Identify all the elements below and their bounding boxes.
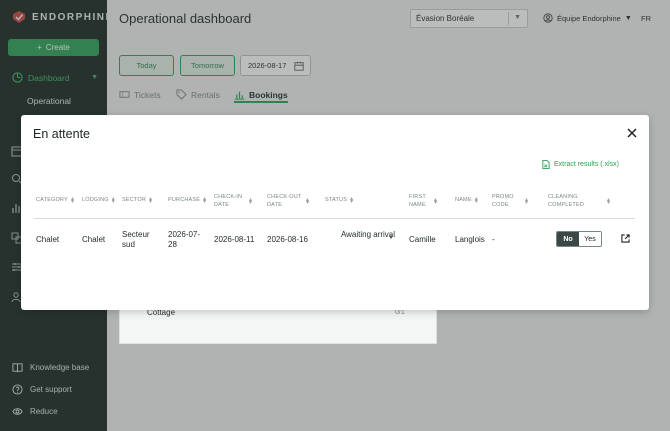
column-label: Lodging bbox=[82, 197, 109, 203]
column-label: Sector bbox=[122, 197, 147, 203]
column-label: Check-in date bbox=[214, 194, 243, 208]
extract-results-link[interactable]: Extract results (.xlsx) bbox=[542, 160, 619, 169]
column-label: Name bbox=[455, 197, 472, 203]
spreadsheet-file-icon bbox=[542, 160, 550, 169]
column-header-name[interactable]: Name ▴ ▾ bbox=[455, 195, 478, 205]
column-header-purchase[interactable]: Purchase ▴ ▾ bbox=[168, 195, 207, 205]
cell-sector: Secteur sud bbox=[122, 230, 150, 249]
column-label: Cleaning completed bbox=[548, 194, 585, 208]
column-header-sector[interactable]: Sector ▴ ▾ bbox=[122, 195, 153, 205]
sort-icon: ▴ ▾ bbox=[525, 196, 529, 206]
column-label: First name bbox=[409, 194, 426, 208]
cell-check-in: 2026-08-11 bbox=[214, 235, 255, 244]
column-label: Promo code bbox=[492, 194, 514, 208]
chevron-down-icon[interactable]: ▼ bbox=[388, 235, 394, 241]
column-header-promo-code[interactable]: Promo code ▴ ▾ bbox=[492, 194, 536, 209]
external-link-icon[interactable] bbox=[621, 234, 630, 243]
sort-icon: ▴ ▾ bbox=[149, 195, 153, 205]
pending-modal: En attente Extract results (.xlsx) Categ… bbox=[21, 115, 649, 310]
sort-icon: ▴ ▾ bbox=[350, 195, 354, 205]
cell-name: Langlois bbox=[455, 235, 485, 244]
cell-category: Chalet bbox=[36, 235, 60, 244]
sort-icon: ▴ ▾ bbox=[306, 196, 310, 206]
column-header-first-name[interactable]: First name ▴ ▾ bbox=[409, 194, 449, 209]
column-label: Purchase bbox=[168, 197, 201, 203]
cell-first-name: Camille bbox=[409, 235, 436, 244]
column-header-category[interactable]: Category ▴ ▾ bbox=[36, 195, 75, 205]
background-row-count: 0/1 bbox=[395, 309, 405, 316]
column-label: Status bbox=[325, 197, 348, 203]
cleaning-toggle: No Yes bbox=[556, 231, 602, 247]
sort-icon: ▴ ▾ bbox=[203, 195, 207, 205]
sort-icon: ▴ ▾ bbox=[249, 196, 253, 206]
cell-lodging: Chalet bbox=[82, 235, 106, 244]
column-header-check-out[interactable]: Check-out date ▴ ▾ bbox=[267, 194, 325, 209]
sort-icon: ▴ ▾ bbox=[607, 196, 611, 206]
sort-icon: ▴ ▾ bbox=[111, 195, 115, 205]
extract-label: Extract results (.xlsx) bbox=[554, 161, 619, 168]
modal-title: En attente bbox=[33, 127, 90, 141]
cell-check-out: 2026-08-16 bbox=[267, 235, 308, 244]
sort-icon: ▴ ▾ bbox=[474, 195, 478, 205]
column-header-lodging[interactable]: Lodging ▴ ▾ bbox=[82, 195, 115, 205]
column-label: Check-out date bbox=[267, 194, 302, 208]
cleaning-no-button[interactable]: No bbox=[557, 232, 579, 246]
sort-icon: ▴ ▾ bbox=[434, 196, 438, 206]
column-label: Category bbox=[36, 197, 68, 203]
cleaning-yes-button[interactable]: Yes bbox=[579, 232, 601, 246]
cell-promo-code: - bbox=[492, 235, 495, 244]
column-header-cleaning[interactable]: Cleaning completed ▴ ▾ bbox=[548, 194, 616, 209]
cell-purchase: 2026-07-28 bbox=[168, 230, 201, 249]
column-header-status[interactable]: Status ▴ ▾ bbox=[325, 195, 354, 205]
header-divider bbox=[34, 218, 635, 219]
close-icon[interactable] bbox=[627, 128, 637, 138]
column-header-check-in[interactable]: Check-in date ▴ ▾ bbox=[214, 194, 264, 209]
sort-icon: ▴ ▾ bbox=[70, 195, 75, 205]
